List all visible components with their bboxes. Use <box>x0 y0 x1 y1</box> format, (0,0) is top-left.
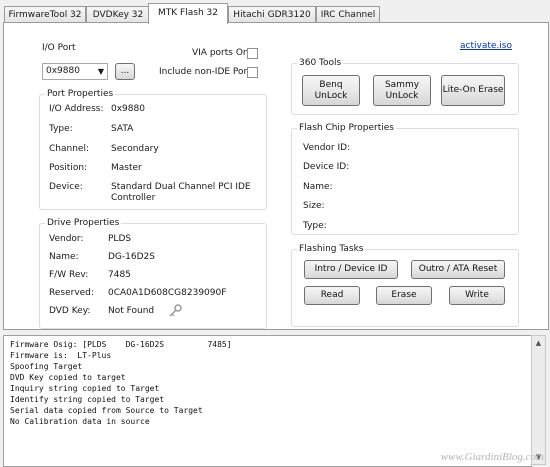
flashing-tasks-group: Flashing Tasks Intro / Device ID Outro /… <box>291 244 519 327</box>
intro-device-id-button[interactable]: Intro / Device ID <box>304 260 398 279</box>
dvd-key-label: DVD Key: <box>49 306 91 316</box>
watermark: www.GiardiniBlog.com <box>440 451 544 463</box>
drive-properties-title: Drive Properties <box>45 218 122 229</box>
log-line: Inquiry string copied to Target <box>10 384 160 393</box>
device-label: Device: <box>49 182 83 192</box>
vendor-label: Vendor: <box>49 234 84 244</box>
benq-unlock-button[interactable]: Benq UnLock <box>302 75 360 106</box>
name-label: Name: <box>49 252 79 262</box>
position-value: Master <box>111 163 142 173</box>
channel-value: Secondary <box>111 144 159 154</box>
io-port-label: I/O Port <box>42 43 76 53</box>
log-output[interactable]: Firmware Osig: [PLDS DG-16D2S 7485] Firm… <box>3 335 532 467</box>
type-label: Type: <box>49 124 73 134</box>
port-properties-group: Port Properties I/O Address: 0x9880 Type… <box>39 89 267 210</box>
flash-chip-title: Flash Chip Properties <box>297 123 396 134</box>
lite-on-erase-button[interactable]: Lite-On Erase <box>441 75 505 106</box>
tools-360-title: 360 Tools <box>297 58 344 69</box>
vendor-id-label: Vendor ID: <box>303 143 351 153</box>
tab-dvdkey[interactable]: DVDKey 32 <box>86 6 150 23</box>
type-value: SATA <box>111 124 134 134</box>
read-button[interactable]: Read <box>304 286 360 305</box>
tab-firmwaretool[interactable]: FirmwareTool 32 <box>4 6 86 23</box>
io-port-browse-button[interactable]: ... <box>115 63 135 80</box>
vendor-value: PLDS <box>108 234 132 244</box>
include-non-ide-label: Include non-IDE Ports <box>159 67 256 77</box>
log-line: Identify string copied to Target <box>10 395 165 404</box>
log-line: Firmware Osig: [PLDS DG-16D2S 7485] <box>10 340 232 349</box>
drive-properties-group: Drive Properties Vendor: PLDS Name: DG-1… <box>39 218 267 329</box>
tab-strip: FirmwareTool 32 DVDKey 32 MTK Flash 32 H… <box>0 0 550 24</box>
io-address-value: 0x9880 <box>111 104 145 114</box>
chip-name-label: Name: <box>303 182 333 192</box>
activate-iso-link[interactable]: activate.iso <box>460 41 512 51</box>
tab-hitachi[interactable]: Hitachi GDR3120 <box>228 6 316 23</box>
scroll-up-icon[interactable]: ▲ <box>532 336 545 350</box>
sammy-unlock-button[interactable]: Sammy UnLock <box>373 75 431 106</box>
log-line: DVD Key copied to target <box>10 373 126 382</box>
log-scrollbar[interactable]: ▲ ▼ <box>531 335 546 465</box>
device-id-label: Device ID: <box>303 162 350 172</box>
log-line: No Calibration data in source <box>10 417 150 426</box>
log-line: Firmware is: LT-Plus <box>10 351 112 360</box>
include-non-ide-checkbox[interactable] <box>247 67 258 78</box>
channel-label: Channel: <box>49 144 89 154</box>
flash-chip-group: Flash Chip Properties Vendor ID: Device … <box>291 123 519 235</box>
position-label: Position: <box>49 163 88 173</box>
erase-button[interactable]: Erase <box>376 286 432 305</box>
tools-360-group: 360 Tools Benq UnLock Sammy UnLock Lite-… <box>291 58 519 115</box>
chip-size-label: Size: <box>303 201 325 211</box>
chevron-down-icon: ▼ <box>97 67 104 76</box>
log-line: Serial data copied from Source to Target <box>10 406 203 415</box>
via-ports-only-checkbox[interactable] <box>247 48 258 59</box>
io-port-select[interactable]: 0x9880 ▼ <box>42 63 108 80</box>
mtk-flash-panel: I/O Port 0x9880 ▼ ... VIA ports Only Inc… <box>3 22 549 330</box>
flashing-tasks-title: Flashing Tasks <box>297 244 366 255</box>
chip-type-label: Type: <box>303 221 327 231</box>
reserved-value: 0CA0A1D608CG8239090F <box>108 288 227 298</box>
fw-rev-value: 7485 <box>108 270 131 280</box>
name-value: DG-16D2S <box>108 252 155 262</box>
write-button[interactable]: Write <box>449 286 505 305</box>
device-value: Standard Dual Channel PCI IDE Controller <box>111 182 251 203</box>
tab-mtk-flash[interactable]: MTK Flash 32 <box>148 3 228 24</box>
fw-rev-label: F/W Rev: <box>49 270 89 280</box>
tab-irc-channel[interactable]: IRC Channel <box>316 6 380 23</box>
io-address-label: I/O Address: <box>49 104 104 114</box>
outro-ata-reset-button[interactable]: Outro / ATA Reset <box>411 260 505 279</box>
io-port-value: 0x9880 <box>46 66 80 76</box>
dvd-key-value: Not Found <box>108 306 155 316</box>
reserved-label: Reserved: <box>49 288 94 298</box>
port-properties-title: Port Properties <box>45 89 116 100</box>
log-line: Spoofing Target <box>10 362 83 371</box>
key-icon <box>169 304 182 317</box>
